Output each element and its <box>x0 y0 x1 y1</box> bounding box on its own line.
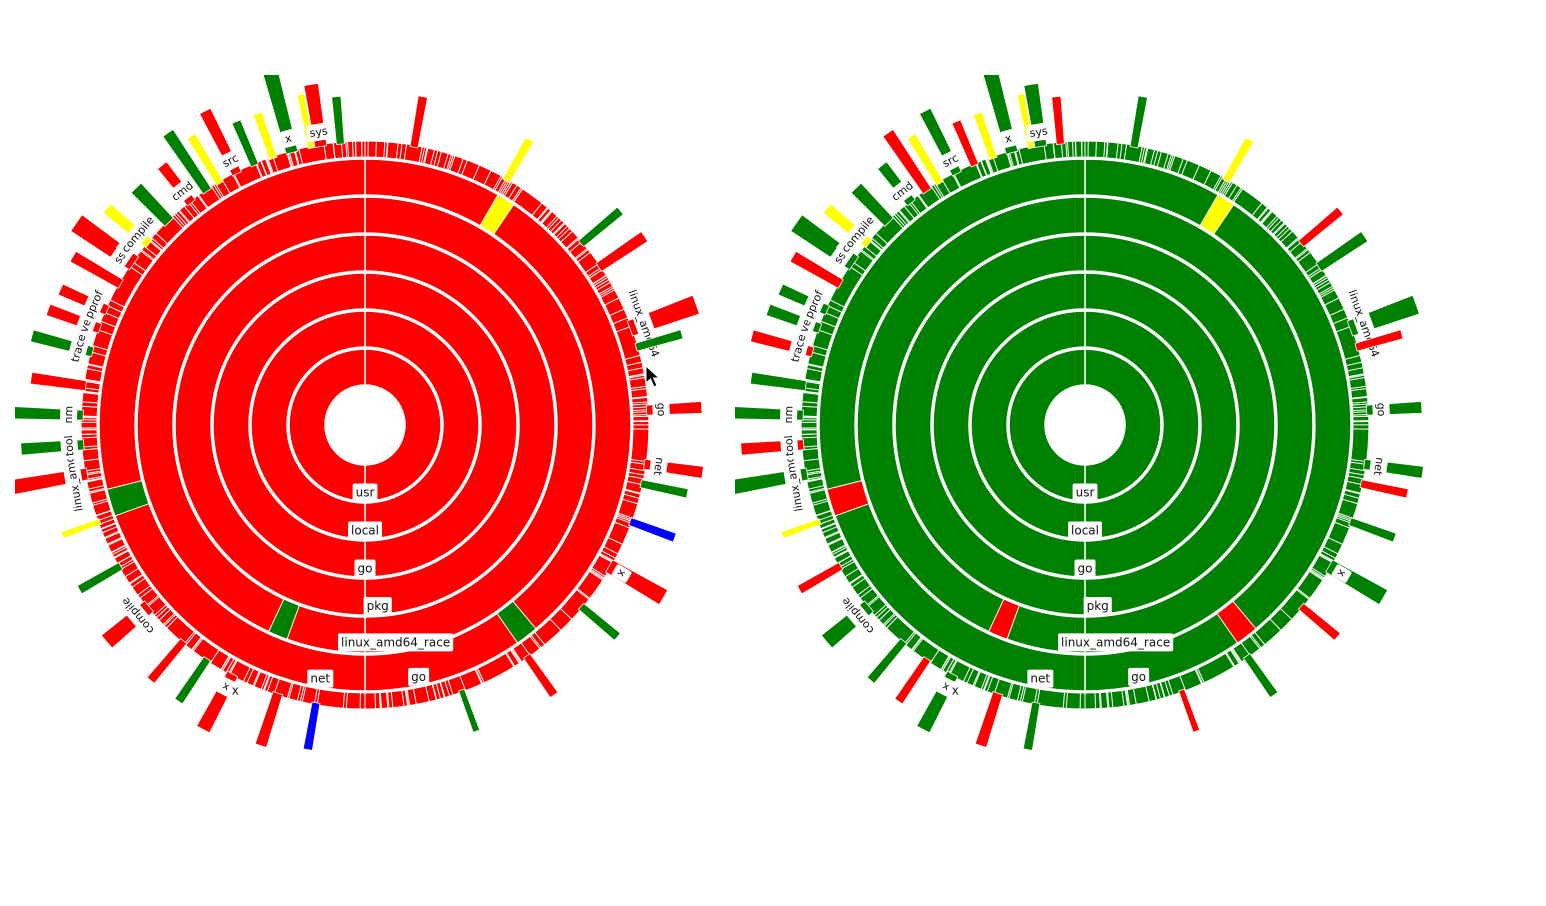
sunburst-label: net <box>651 456 666 476</box>
sunburst-label: go <box>654 402 668 417</box>
sunburst-label: nm <box>62 406 76 424</box>
sunburst-label: tool <box>62 435 76 457</box>
sunburst-label: go <box>1374 402 1388 417</box>
sunburst-spike[interactable] <box>975 692 1002 748</box>
sunburst-spike[interactable] <box>1130 96 1147 148</box>
sunburst-spike[interactable] <box>895 657 931 704</box>
sunburst-spike[interactable] <box>1179 689 1200 732</box>
sunburst-spike[interactable] <box>61 519 101 539</box>
sunburst-spike[interactable] <box>797 563 843 594</box>
sunburst-spike[interactable] <box>1223 137 1254 183</box>
sunburst-label: net <box>1371 456 1386 476</box>
sunburst-spike[interactable] <box>1349 518 1397 542</box>
sunburst-spike[interactable] <box>503 137 534 183</box>
sunburst-spike[interactable] <box>578 207 623 247</box>
sunburst-spike[interactable] <box>973 112 997 160</box>
sunburst-spike[interactable] <box>523 654 557 698</box>
sunburst-spike[interactable] <box>253 112 277 160</box>
sunburst-label: linux_amd64_race <box>1061 635 1170 649</box>
sunburst-label: tool <box>782 435 796 457</box>
sunburst-label: pkg <box>367 599 389 613</box>
sunburst-spike[interactable] <box>410 96 427 148</box>
sunburst-spike[interactable] <box>332 96 345 144</box>
stage: nmtracevetpprofssacompilecmdsrcxsyslinux… <box>0 0 1546 906</box>
sunburst-label: net <box>1030 672 1050 686</box>
sunburst-label: nm <box>782 406 796 424</box>
sunburst-label: x <box>232 684 239 698</box>
sunburst-spike[interactable] <box>255 692 282 748</box>
sunburst-svg: nmtracevetpprofssacompilecmdsrcxsyslinux… <box>735 75 1435 775</box>
sunburst-center[interactable] <box>327 387 403 463</box>
sunburst-spike[interactable] <box>867 638 907 683</box>
sunburst-spike[interactable] <box>596 232 648 272</box>
sunburst-spike[interactable] <box>1360 480 1408 498</box>
sunburst-chart-left[interactable]: nmtracevetpprofssacompilecmdsrcxsyslinux… <box>15 75 715 775</box>
sunburst-label: pkg <box>1087 599 1109 613</box>
sunburst-spike[interactable] <box>781 519 821 539</box>
sunburst-label: local <box>1071 524 1099 538</box>
sunburst-chart-right[interactable]: nmtracevetpprofssacompilecmdsrcxsyslinux… <box>735 75 1435 775</box>
sunburst-spike[interactable] <box>1326 560 1388 605</box>
sunburst-spike[interactable] <box>1023 702 1040 750</box>
sunburst-label: x <box>952 684 959 698</box>
sunburst-label: go <box>1078 562 1093 576</box>
sunburst-spike[interactable] <box>147 638 187 683</box>
sunburst-svg: nmtracevetpprofssacompilecmdsrcxsyslinux… <box>15 75 715 775</box>
sunburst-spike[interactable] <box>30 372 86 390</box>
sunburst-label: go <box>358 562 373 576</box>
sunburst-spike[interactable] <box>629 518 677 542</box>
sunburst-label: usr <box>356 486 375 500</box>
sunburst-spike[interactable] <box>640 480 688 498</box>
sunburst-spike[interactable] <box>1298 207 1343 247</box>
sunburst-spike[interactable] <box>175 657 211 704</box>
sunburst-spike[interactable] <box>606 560 668 605</box>
sunburst-spike[interactable] <box>77 563 123 594</box>
sunburst-label: linux_amd64_race <box>341 635 450 649</box>
sunburst-label: go <box>411 670 426 684</box>
sunburst-spike[interactable] <box>1316 232 1368 272</box>
sunburst-label: go <box>1131 670 1146 684</box>
sunburst-label: usr <box>1076 486 1095 500</box>
sunburst-spike[interactable] <box>1243 654 1277 698</box>
sunburst-spike[interactable] <box>1298 603 1340 640</box>
sunburst-spike[interactable] <box>459 689 480 732</box>
sunburst-label: net <box>310 672 330 686</box>
sunburst-spike[interactable] <box>303 702 320 750</box>
sunburst-label: local <box>351 524 379 538</box>
sunburst-spike[interactable] <box>578 603 620 640</box>
sunburst-spike[interactable] <box>1052 96 1065 144</box>
sunburst-spike[interactable] <box>750 372 806 390</box>
sunburst-center[interactable] <box>1047 387 1123 463</box>
